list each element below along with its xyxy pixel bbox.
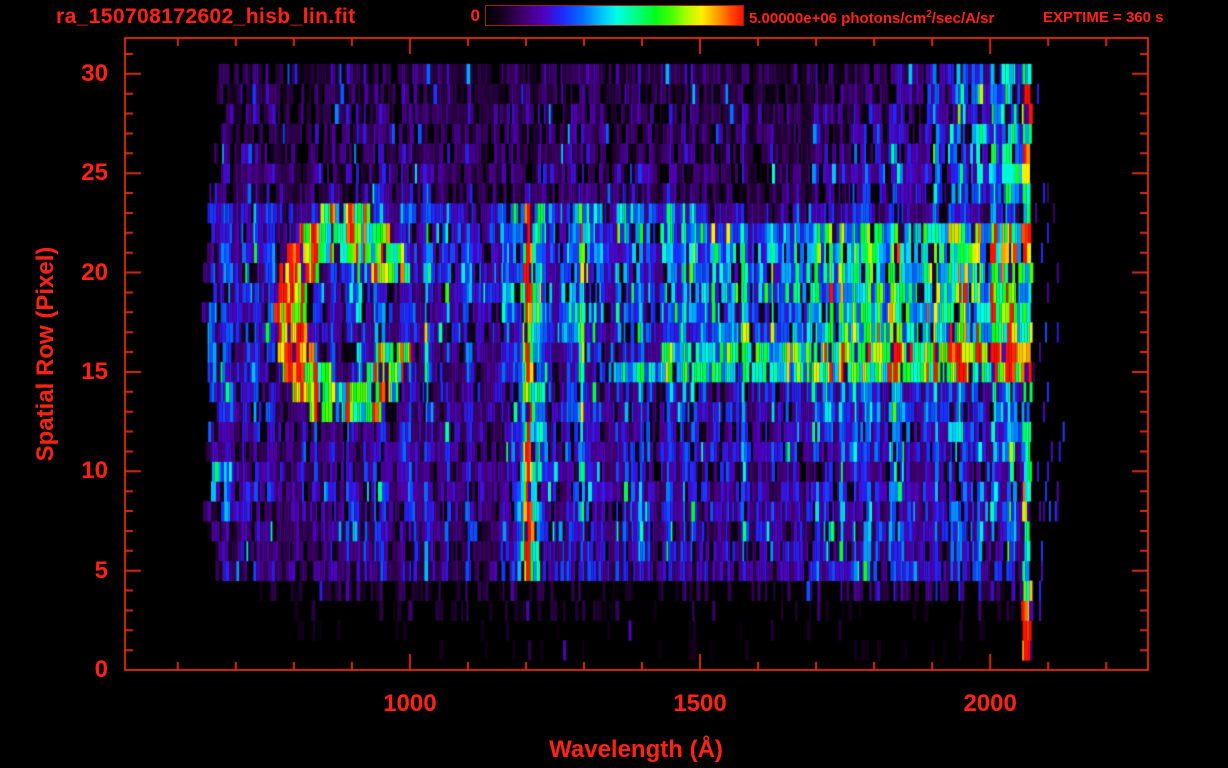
spectrum-heatmap-canvas [0,0,1228,768]
x-axis-title: Wavelength (Å) [549,736,723,763]
y-tick-label: 5 [94,556,108,584]
plot-window: ra_150708172602_hisb_lin.fit 0 5.00000e+… [0,0,1228,768]
colorbar-min-label: 0 [470,6,480,25]
y-tick-label: 15 [81,357,108,385]
y-tick-label: 25 [81,159,108,187]
y-tick-label: 10 [81,457,108,485]
colorbar-max-label: 5.00000e+06 photons/cm2/sec/A/sr [749,9,994,27]
colorbar-unit-prefix: photons/cm [837,10,927,27]
colorbar-max-value: 5.00000e+06 [749,10,838,27]
y-tick-label: 30 [81,59,108,87]
colorbar-gradient [485,5,744,26]
x-tick-label: 1000 [383,690,437,717]
y-tick-label: 0 [94,656,108,683]
colorbar-unit-suffix: /sec/A/sr [931,10,995,27]
page-title: ra_150708172602_hisb_lin.fit [56,5,356,28]
exptime-label: EXPTIME = 360 s [1043,9,1164,26]
x-tick-label: 2000 [963,690,1017,717]
y-tick-label: 20 [81,258,108,286]
y-axis-title: Spatial Row (Pixel) [32,246,59,462]
x-tick-label: 1500 [673,690,727,717]
